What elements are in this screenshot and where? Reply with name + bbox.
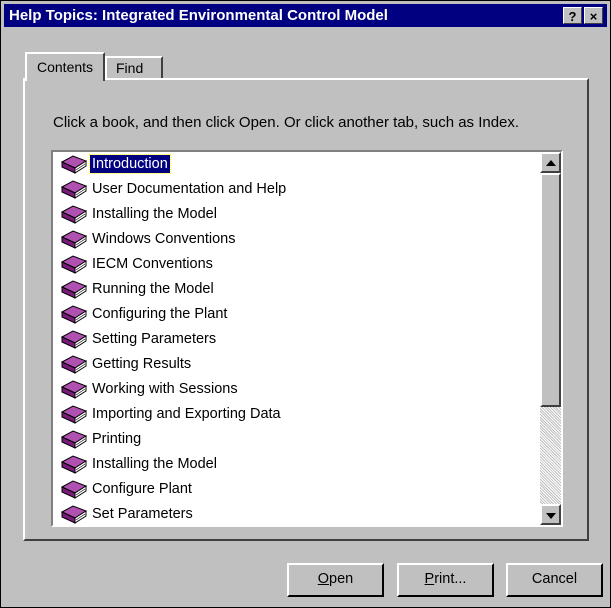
title-bar[interactable]: Help Topics: Integrated Environmental Co… [4, 4, 607, 27]
book-icon [60, 155, 88, 174]
topic-label: Printing [92, 431, 142, 447]
book-icon [60, 355, 88, 374]
topic-label: Installing the Model [92, 456, 217, 472]
topic-label: Working with Sessions [92, 381, 238, 397]
topic-label: IECM Conventions [92, 256, 213, 272]
window-title: Help Topics: Integrated Environmental Co… [9, 7, 388, 24]
book-icon [60, 455, 88, 474]
vertical-scrollbar[interactable] [540, 152, 561, 525]
open-mnemonic: O [317, 571, 330, 587]
help-button[interactable]: ? [563, 7, 582, 24]
open-button[interactable]: Open [287, 563, 384, 597]
book-icon [60, 330, 88, 349]
tab-find[interactable]: Find [105, 56, 163, 78]
tab-contents[interactable]: Contents [25, 52, 105, 81]
topic-label: Introduction [89, 154, 171, 174]
topic-label: User Documentation and Help [92, 181, 287, 197]
topic-label: Running the Model [92, 281, 214, 297]
instruction-text: Click a book, and then click Open. Or cl… [53, 114, 520, 131]
topic-label: Importing and Exporting Data [92, 406, 281, 422]
book-icon [60, 205, 88, 224]
book-icon [60, 180, 88, 199]
open-label: pen [329, 571, 354, 587]
tab-find-label: Find [116, 60, 144, 76]
topic-label: Setting Parameters [92, 331, 217, 347]
print-label: rint... [434, 571, 467, 587]
book-icon [60, 255, 88, 274]
scroll-down-button[interactable] [540, 504, 561, 525]
topic-label: Configure Plant [92, 481, 192, 497]
book-icon [60, 280, 88, 299]
scroll-thumb[interactable] [540, 173, 561, 407]
tab-contents-label: Contents [37, 59, 94, 75]
close-button[interactable]: × [584, 7, 603, 24]
book-icon [60, 380, 88, 399]
book-icon [60, 230, 88, 249]
book-icon [60, 405, 88, 424]
book-icon [60, 305, 88, 324]
book-icon [60, 480, 88, 499]
topic-label: Configuring the Plant [92, 306, 228, 322]
print-button[interactable]: Print... [397, 563, 494, 597]
up-arrow-icon [546, 160, 556, 166]
topic-label: Getting Results [92, 356, 192, 372]
print-mnemonic: P [424, 571, 435, 587]
contents-panel: Click a book, and then click Open. Or cl… [23, 78, 589, 541]
book-icon [60, 505, 88, 524]
topic-label: Windows Conventions [92, 231, 236, 247]
scroll-up-button[interactable] [540, 152, 561, 173]
topic-label: Set Parameters [92, 506, 193, 522]
topic-label: Installing the Model [92, 206, 217, 222]
book-icon [60, 430, 88, 449]
cancel-button[interactable]: Cancel [506, 563, 603, 597]
help-topics-dialog: Help Topics: Integrated Environmental Co… [0, 0, 611, 608]
down-arrow-icon [546, 513, 556, 519]
topics-list[interactable]: Introduction User Documentation and Help I… [51, 150, 563, 527]
